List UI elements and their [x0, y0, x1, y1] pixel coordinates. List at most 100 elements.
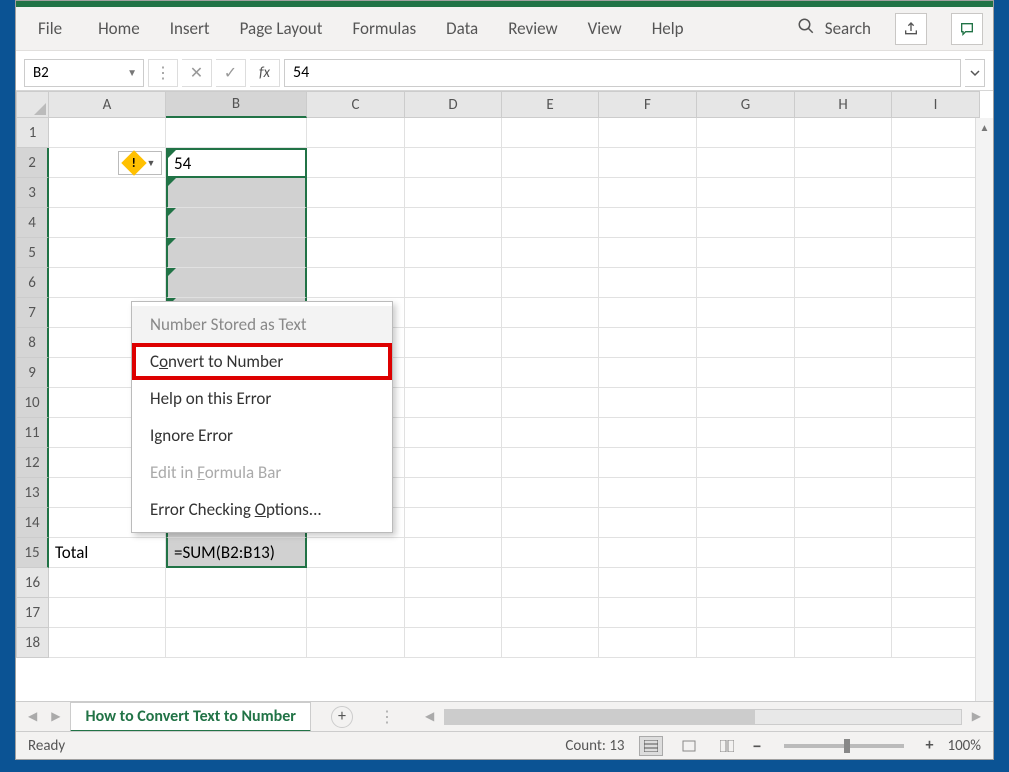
cell-h17[interactable] [795, 598, 892, 628]
select-all-corner[interactable] [16, 91, 49, 118]
cell-h14[interactable] [795, 508, 892, 538]
cell-h11[interactable] [795, 418, 892, 448]
horizontal-scrollbar[interactable] [444, 709, 962, 725]
cell-i6[interactable] [892, 268, 980, 298]
search-box[interactable]: Search [797, 17, 871, 40]
cell-d16[interactable] [405, 568, 502, 598]
cell-a15[interactable]: Total [49, 538, 166, 568]
row-header-14[interactable]: 14 [16, 508, 49, 538]
ribbon-tab-file[interactable]: File [26, 12, 74, 45]
cell-b5[interactable] [166, 238, 307, 268]
row-header-11[interactable]: 11 [16, 418, 49, 448]
cell-g12[interactable] [697, 448, 795, 478]
cell-h6[interactable] [795, 268, 892, 298]
cell-d5[interactable] [405, 238, 502, 268]
ribbon-tab-view[interactable]: View [582, 12, 628, 45]
cell-d8[interactable] [405, 328, 502, 358]
cell-g2[interactable] [697, 148, 795, 178]
cell-i16[interactable] [892, 568, 980, 598]
cell-i17[interactable] [892, 598, 980, 628]
cell-d17[interactable] [405, 598, 502, 628]
row-header-5[interactable]: 5 [16, 238, 49, 268]
cell-h16[interactable] [795, 568, 892, 598]
ribbon-tab-help[interactable]: Help [646, 12, 690, 45]
cell-e6[interactable] [502, 268, 599, 298]
cell-i13[interactable] [892, 478, 980, 508]
cell-d6[interactable] [405, 268, 502, 298]
cell-f15[interactable] [599, 538, 697, 568]
cell-i15[interactable] [892, 538, 980, 568]
cell-e9[interactable] [502, 358, 599, 388]
cell-d3[interactable] [405, 178, 502, 208]
cell-e8[interactable] [502, 328, 599, 358]
cell-a3[interactable] [49, 178, 166, 208]
cell-d9[interactable] [405, 358, 502, 388]
cell-f3[interactable] [599, 178, 697, 208]
cell-i2[interactable] [892, 148, 980, 178]
cell-i9[interactable] [892, 358, 980, 388]
cell-h7[interactable] [795, 298, 892, 328]
row-header-4[interactable]: 4 [16, 208, 49, 238]
cell-a1[interactable] [49, 118, 166, 148]
cell-g18[interactable] [697, 628, 795, 658]
cell-c16[interactable] [307, 568, 405, 598]
col-header-b[interactable]: B [166, 91, 307, 118]
cell-e2[interactable] [502, 148, 599, 178]
cell-h13[interactable] [795, 478, 892, 508]
cell-i5[interactable] [892, 238, 980, 268]
ribbon-tab-page-layout[interactable]: Page Layout [234, 12, 329, 45]
vertical-scrollbar[interactable]: ▲ [975, 118, 993, 701]
cell-h4[interactable] [795, 208, 892, 238]
cell-g5[interactable] [697, 238, 795, 268]
cell-i18[interactable] [892, 628, 980, 658]
cell-f8[interactable] [599, 328, 697, 358]
scroll-up-icon[interactable]: ▲ [976, 118, 993, 136]
cell-f11[interactable] [599, 418, 697, 448]
cell-c3[interactable] [307, 178, 405, 208]
share-button[interactable] [895, 13, 927, 45]
cell-g9[interactable] [697, 358, 795, 388]
cell-f18[interactable] [599, 628, 697, 658]
menu-item-help-on-error[interactable]: Help on this Error [132, 380, 392, 417]
cell-f9[interactable] [599, 358, 697, 388]
cell-c6[interactable] [307, 268, 405, 298]
cell-e11[interactable] [502, 418, 599, 448]
cell-h5[interactable] [795, 238, 892, 268]
col-header-d[interactable]: D [405, 91, 502, 118]
cell-i12[interactable] [892, 448, 980, 478]
cell-e12[interactable] [502, 448, 599, 478]
cell-b17[interactable] [166, 598, 307, 628]
cell-i10[interactable] [892, 388, 980, 418]
cell-d12[interactable] [405, 448, 502, 478]
row-header-6[interactable]: 6 [16, 268, 49, 298]
cell-b15[interactable]: =SUM(B2:B13) [166, 538, 307, 568]
cell-d1[interactable] [405, 118, 502, 148]
cell-b16[interactable] [166, 568, 307, 598]
formula-input[interactable]: 54 [284, 59, 961, 87]
row-header-8[interactable]: 8 [16, 328, 49, 358]
sheet-tab-active[interactable]: How to Convert Text to Number [70, 702, 311, 732]
cell-b3[interactable] [166, 178, 307, 208]
row-header-7[interactable]: 7 [16, 298, 49, 328]
cell-c17[interactable] [307, 598, 405, 628]
ribbon-tab-home[interactable]: Home [92, 12, 146, 45]
cell-e10[interactable] [502, 388, 599, 418]
cell-g17[interactable] [697, 598, 795, 628]
cell-f14[interactable] [599, 508, 697, 538]
cancel-formula-button[interactable]: ✕ [182, 59, 212, 87]
cell-h12[interactable] [795, 448, 892, 478]
cell-c1[interactable] [307, 118, 405, 148]
cell-b18[interactable] [166, 628, 307, 658]
cell-h3[interactable] [795, 178, 892, 208]
row-header-13[interactable]: 13 [16, 478, 49, 508]
cell-e14[interactable] [502, 508, 599, 538]
menu-item-convert-to-number[interactable]: Convert to Number [132, 343, 392, 380]
cell-d14[interactable] [405, 508, 502, 538]
cell-f10[interactable] [599, 388, 697, 418]
cell-g16[interactable] [697, 568, 795, 598]
cell-c5[interactable] [307, 238, 405, 268]
cell-h10[interactable] [795, 388, 892, 418]
cell-d13[interactable] [405, 478, 502, 508]
cell-e1[interactable] [502, 118, 599, 148]
row-header-15[interactable]: 15 [16, 538, 49, 568]
